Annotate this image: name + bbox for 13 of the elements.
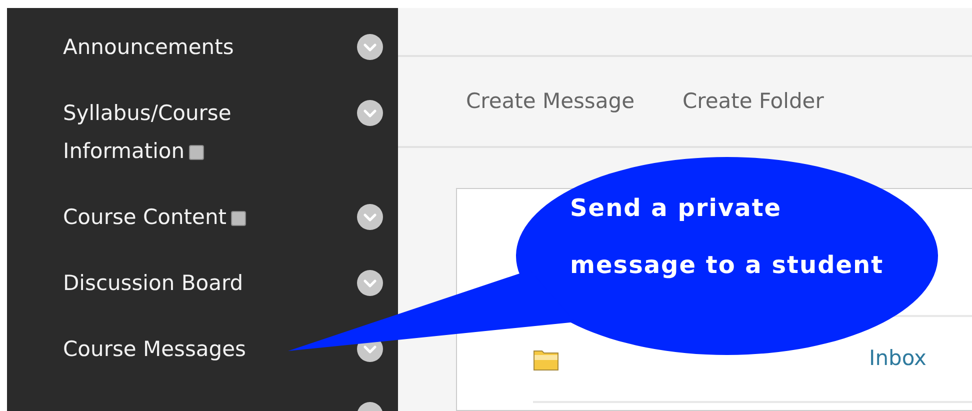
sidebar-link[interactable]: Course Messages (63, 330, 348, 368)
sidebar-link[interactable]: Discussion Board (63, 264, 348, 302)
chevron-icon[interactable] (357, 270, 383, 296)
sidebar-link[interactable]: Course Content (63, 198, 348, 236)
callout-text: Send a private message to a student (570, 193, 884, 281)
sidebar-link[interactable]: Syllabus/Course Information (63, 94, 348, 170)
toolbar-button[interactable]: Create Folder (682, 86, 824, 118)
chevron-icon[interactable] (357, 100, 383, 126)
folder-link[interactable]: Inbox (869, 343, 926, 375)
chevron-icon[interactable] (357, 34, 383, 60)
toolbar-button[interactable]: Create Message (466, 86, 634, 118)
sidebar-link[interactable]: Announcements (63, 28, 348, 66)
chevron-icon[interactable] (357, 204, 383, 230)
